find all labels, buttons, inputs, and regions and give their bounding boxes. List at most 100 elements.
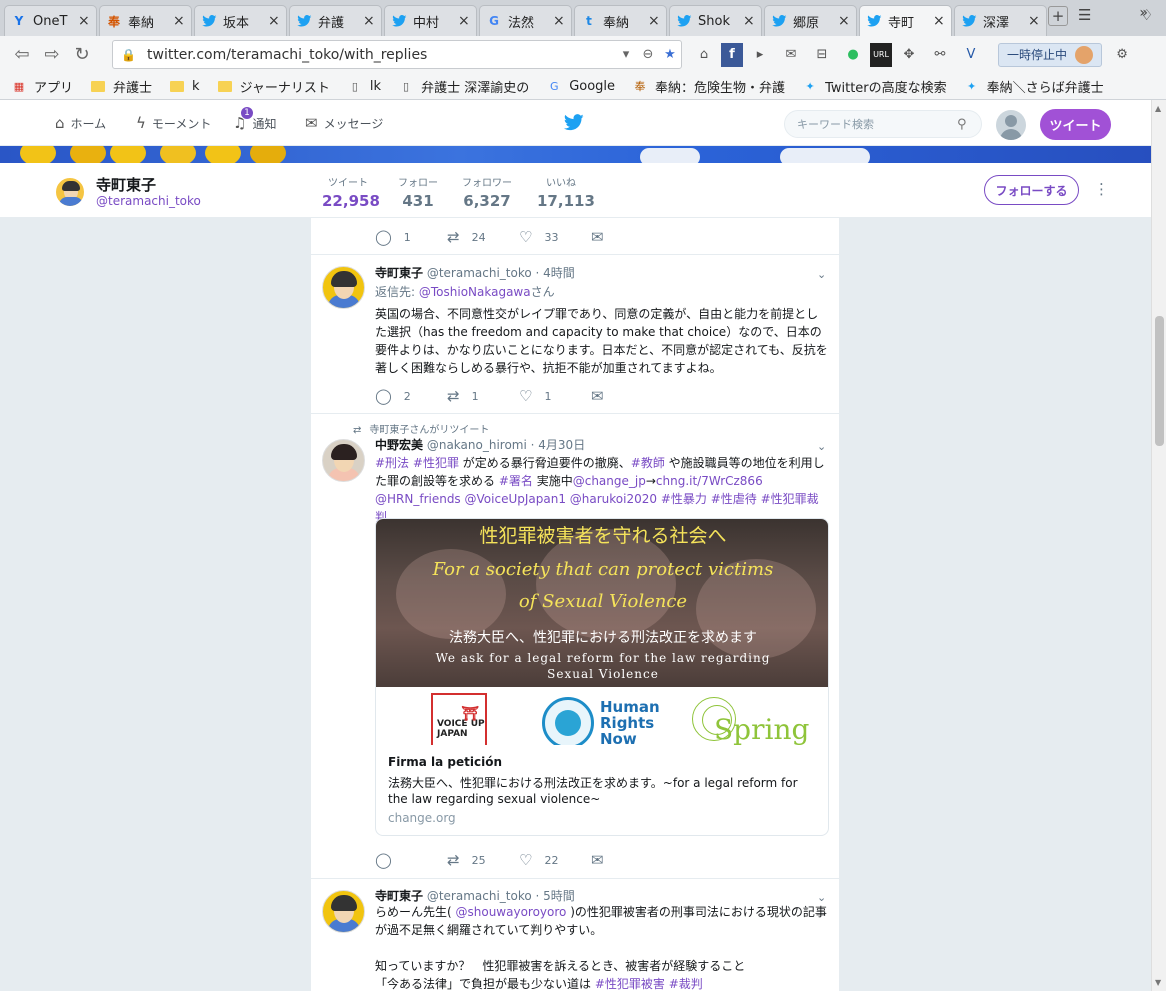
nav-messages[interactable]: ✉ メッセージ [305,114,383,132]
dm-button[interactable]: ✉ [591,228,663,246]
tweet-link[interactable]: #性犯罪 [413,456,459,470]
reply-button[interactable]: ◯ 2 [375,387,447,405]
tweet-item[interactable]: ⇄ 寺町東子さんがリツイート 中野宏美 @nakano_hiromi · 4月30… [311,414,839,879]
tweet-item[interactable]: 寺町東子 @teramachi_toko · 4時間 ⌄ 返信先: @Toshi… [311,255,839,414]
tweet-avatar[interactable] [322,266,365,309]
tweet-author-name[interactable]: 寺町東子 [375,266,423,280]
tweet-author-handle[interactable]: @nakano_hiromi [427,438,527,452]
bookmark-item[interactable]: 奉奉納：危険生物・弁護 [633,77,786,96]
zoom-icon[interactable]: ⊖ [637,47,659,62]
tweet-author-handle[interactable]: @teramachi_toko [427,266,532,280]
nav-notifications[interactable]: ♫ 1 通知 [233,106,276,132]
retweet-button[interactable]: ⇄ 24 [447,228,519,246]
follow-button[interactable]: フォローする [984,175,1079,205]
browser-tab[interactable]: 中村 × [384,5,477,36]
bookmark-item[interactable]: ▯ 弁護士 深澤諭史の [399,77,529,96]
search-input[interactable] [797,117,957,131]
tweet-link[interactable]: #署名 [499,474,533,488]
like-button[interactable]: ♡ 1 [519,387,591,405]
close-tab-icon[interactable]: × [78,13,90,29]
tweet-author-handle[interactable]: @teramachi_toko [427,889,532,903]
tweet-link[interactable]: @change_jp [573,474,646,488]
account-avatar[interactable] [996,110,1026,140]
dm-button[interactable]: ✉ [591,387,663,405]
scroll-down-icon[interactable]: ▼ [1155,978,1161,987]
settings-gear-icon[interactable]: ⚙ [1108,43,1136,67]
bookmark-item[interactable]: ✦ Twitterの高度な検索 [803,77,946,96]
browser-tab[interactable]: G 法然 × [479,5,572,36]
retweet-button[interactable]: ⇄ 25 [447,851,519,869]
tweet-item[interactable]: ◯ 1 ⇄ 24 ♡ 33 ✉ [311,218,839,255]
forward-arrow-icon[interactable]: ⇨ [38,41,66,69]
retweet-button[interactable]: ⇄ 1 [447,387,519,405]
browser-tab[interactable]: 坂本 × [194,5,287,36]
tweet-avatar[interactable] [322,439,365,482]
evernote-icon[interactable]: ● [839,43,867,67]
profile-avatar[interactable] [54,176,86,208]
tweet-link[interactable]: #教師 [631,456,665,470]
tweet-link[interactable]: #性暴力 [661,492,707,506]
tweet-timestamp[interactable]: · 4時間 [536,266,575,280]
profile-stat[interactable]: ツイート 22,958 [322,174,380,224]
browser-tab[interactable]: Shok × [669,5,762,36]
play-icon[interactable]: ▸ [746,43,774,67]
tab-list-icon[interactable]: ☰ [1078,6,1091,24]
profile-stat[interactable]: いいね 17,113 [537,174,595,210]
url-text[interactable]: twitter.com/teramachi_toko/with_replies [147,47,615,63]
browser-tab[interactable]: t 奉納 × [574,5,667,36]
bookmark-star-icon[interactable]: ★ [659,47,681,62]
scroll-up-icon[interactable]: ▲ [1155,104,1161,113]
dropdown-icon[interactable]: ▾ [615,47,637,62]
nav-home[interactable]: ⌂ ホーム [55,114,106,132]
back-arrow-icon[interactable]: ⇦ [8,41,36,69]
like-button[interactable]: ♡ 33 [519,228,591,246]
close-tab-icon[interactable]: × [838,13,850,29]
profile-handle[interactable]: @teramachi_toko [96,194,201,208]
mail-icon[interactable]: ✉ [777,43,805,67]
profile-stat[interactable]: フォロー 431 [397,174,439,210]
bookmark-item[interactable]: ▦ アプリ [12,77,73,96]
close-tab-icon[interactable]: × [173,13,185,29]
close-tab-icon[interactable]: × [648,13,660,29]
retweeted-by-label[interactable]: 寺町東子さんがリツイート [369,425,489,436]
bookmark-item[interactable]: ジャーナリスト [217,77,330,96]
tweet-link[interactable]: chng.it/7WrCz866 [656,474,763,488]
tweet-menu-chevron-icon[interactable]: ⌄ [817,440,826,453]
close-tab-icon[interactable]: × [553,13,565,29]
tweet-item[interactable]: 寺町東子 @teramachi_toko · 5時間 ⌄ らめーん先生( @sh… [311,879,839,991]
like-button[interactable]: ♡ 22 [519,851,591,869]
tweet-avatar[interactable] [322,890,365,933]
new-tab-icon[interactable]: + [1048,6,1068,26]
tweet-author-name[interactable]: 寺町東子 [375,889,423,903]
dm-button[interactable]: ✉ [591,851,663,869]
scrollbar-thumb[interactable] [1155,316,1164,446]
more-options-icon[interactable]: ⋮ [1094,180,1109,198]
link-card[interactable]: 性犯罪被害者を守れる社会へ For a society that can pro… [375,518,829,836]
bookmark-item[interactable]: ✦ 奉納＼さらば弁護士 [965,77,1104,96]
browser-tab[interactable]: 郷原 × [764,5,857,36]
twitter-bird-icon[interactable] [563,114,584,136]
close-tab-icon[interactable]: × [268,13,280,29]
vivaldi-icon[interactable]: V [957,43,985,67]
browser-tab[interactable]: 深澤 × [954,5,1047,36]
close-tab-icon[interactable]: × [363,13,375,29]
browser-tab[interactable]: Y OneT × [4,5,97,36]
address-bar[interactable]: 🔒 twitter.com/teramachi_toko/with_replie… [112,40,682,69]
tweet-link[interactable]: #刑法 [375,456,409,470]
bookmark-icon[interactable]: ⊟ [808,43,836,67]
close-tab-icon[interactable]: × [458,13,470,29]
sync-paused-button[interactable]: 一時停止中 [998,42,1103,67]
nav-moments[interactable]: ϟ モーメント [136,114,211,132]
page-scrollbar[interactable]: ▲ ▼ [1151,100,1166,991]
bookmarks-overflow-icon[interactable]: » [1139,5,1148,21]
profile-stat[interactable]: フォロワー 6,327 [462,174,512,210]
tweet-timestamp[interactable]: · 4月30日 [531,438,586,452]
move-icon[interactable]: ✥ [895,43,923,67]
facebook-icon[interactable]: f [721,42,743,67]
search-icon[interactable]: ⚲ [957,117,967,132]
bookmark-item[interactable]: G Google [547,79,615,94]
reload-icon[interactable]: ↻ [68,41,96,69]
tweet-link[interactable]: @harukoi2020 [570,492,657,506]
close-tab-icon[interactable]: × [1028,13,1040,29]
close-tab-icon[interactable]: × [743,13,755,29]
